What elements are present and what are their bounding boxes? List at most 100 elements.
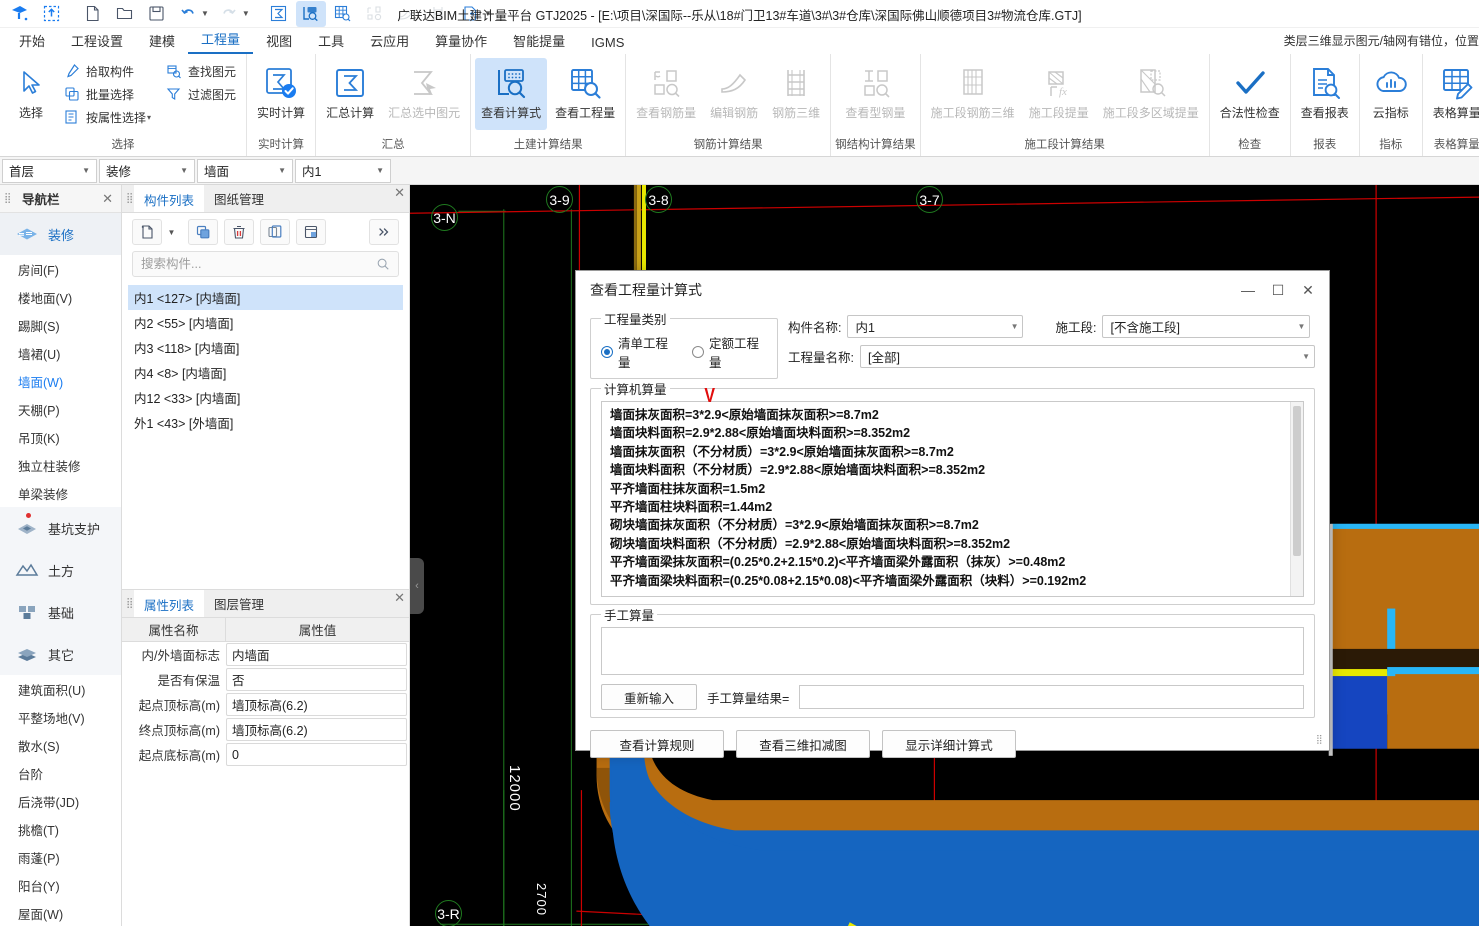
quantity-name-select[interactable]: [全部] ▼ [859,345,1315,368]
sidebar-item-steps[interactable]: 台阶 [0,759,121,787]
property-value[interactable]: 内墙面 [226,643,407,666]
report-add-icon[interactable] [456,1,486,27]
undo-icon[interactable] [173,1,203,27]
view-quantity-icon[interactable] [328,1,358,27]
view-formula-icon[interactable] [295,0,326,27]
drag-grip-icon[interactable]: ⣿ [4,193,16,203]
expand-panel-button[interactable] [369,219,399,245]
manual-formula-input[interactable] [601,627,1304,675]
sidebar-item-canopy[interactable]: 雨蓬(P) [0,843,121,871]
list-item[interactable]: 内3 <118> [内墙面] [128,335,403,360]
close-icon[interactable]: ✕ [390,590,409,617]
sidebar-item-room[interactable]: 房间(F) [0,255,121,283]
legality-check-button[interactable]: 合法性检查 [1214,58,1286,130]
nav-category-pit-support[interactable]: 基坑支护 [0,507,121,549]
menu-project-settings[interactable]: 工程设置 [58,29,136,54]
view-quantity-button[interactable]: 查看工程量 [549,58,621,130]
delete-component-button[interactable] [224,219,254,245]
tab-component-list[interactable]: 构件列表 [134,185,205,212]
more-icon[interactable]: ▼ [484,9,495,18]
view-formula-button[interactable]: 查看计算式 [475,58,548,130]
list-item[interactable]: 内1 <127> [内墙面] [128,285,403,310]
sidebar-item-apron[interactable]: 散水(S) [0,731,121,759]
formula-scrollbar[interactable] [1290,402,1303,596]
layer-component-button[interactable] [296,219,326,245]
table-calc-button[interactable]: 表格算量 [1427,58,1479,130]
save-icon[interactable] [141,1,171,27]
sidebar-item-floor-surface[interactable]: 楼地面(V) [0,283,121,311]
nav-category-other[interactable]: 其它 [0,633,121,675]
reinput-button[interactable]: 重新输入 [601,684,697,710]
sum-selected-button[interactable]: 汇总选中图元 [382,58,466,130]
rebar-3d-button[interactable]: 钢筋三维 [766,58,826,130]
close-icon[interactable]: ✕ [98,191,117,207]
panel-collapse-handle[interactable]: ‹ [410,558,424,614]
open-folder-icon[interactable] [109,1,139,27]
dialog-resize-grip[interactable]: ⣿ [1316,735,1326,747]
sidebar-item-wainscot[interactable]: 墙裙(U) [0,339,121,367]
floor-selector[interactable]: 首层 ▼ [2,158,97,183]
menu-modeling[interactable]: 建模 [136,29,188,54]
view-steel-qty-button[interactable]: 查看型钢量 [839,58,911,130]
list-item[interactable]: 内2 <55> [内墙面] [128,310,403,335]
sidebar-item-roof[interactable]: 屋面(W) [0,899,121,926]
new-component-button[interactable] [132,219,162,245]
nav-category-earthwork[interactable]: 土方 [0,549,121,591]
sidebar-item-site-leveling[interactable]: 平整场地(V) [0,703,121,731]
menu-quantity[interactable]: 工程量 [188,27,254,54]
manual-result-input[interactable] [799,685,1304,709]
sidebar-item-building-area[interactable]: 建筑面积(U) [0,675,121,703]
close-icon[interactable]: ✕ [1293,277,1323,303]
tab-layer-management[interactable]: 图层管理 [204,590,274,617]
sidebar-item-balcony[interactable]: 阳台(Y) [0,871,121,899]
undo-dropdown-icon[interactable]: ▼ [201,9,212,18]
construction-section-select[interactable]: [不含施工段] ▼ [1102,315,1311,338]
rebar-3d-icon[interactable] [424,1,454,27]
sidebar-item-post-cast-strip[interactable]: 后浇带(JD) [0,787,121,815]
list-item[interactable]: 内4 <8> [内墙面] [128,360,403,385]
section-multi-extract-button[interactable]: 施工段多区域提量 [1097,58,1205,130]
duplicate-component-button[interactable] [260,219,290,245]
logo-icon[interactable] [4,1,34,27]
chevron-down-icon[interactable]: ▾ [147,113,154,122]
realtime-calc-button[interactable]: 实时计算 [251,58,311,130]
component-name-selector[interactable]: 内1 ▼ [295,158,391,183]
filter-element-button[interactable]: 过滤图元 [162,83,242,105]
component-type-selector[interactable]: 墙面 ▼ [197,158,293,183]
menu-smart-extract[interactable]: 智能提量 [500,29,578,54]
discipline-selector[interactable]: 装修 ▼ [99,158,195,183]
drag-grip-icon[interactable]: ⣿ [122,185,134,212]
sidebar-item-cornice[interactable]: 挑檐(T) [0,815,121,843]
select-button[interactable]: 选择 [4,58,58,130]
show-detailed-formula-button[interactable]: 显示详细计算式 [882,730,1016,758]
view-3d-deduction-button[interactable]: 查看三维扣减图 [736,730,870,758]
view-calc-rules-button[interactable]: 查看计算规则 [590,730,724,758]
select-target-icon[interactable] [36,1,66,27]
sidebar-item-wall-surface[interactable]: 墙面(W) [0,367,121,395]
sidebar-item-ceiling[interactable]: 天棚(P) [0,395,121,423]
sum-calc-button[interactable]: 汇总计算 [320,58,380,130]
property-value[interactable]: 0 [226,743,407,766]
property-value[interactable]: 墙顶标高(6.2) [226,693,407,716]
sidebar-item-beam-decoration[interactable]: 单梁装修 [0,479,121,507]
edit-rebar-icon[interactable] [392,1,422,27]
menu-quantity-collab[interactable]: 算量协作 [422,29,500,54]
component-name-select[interactable]: 内1 ▼ [847,315,1024,338]
tab-property-list[interactable]: 属性列表 [134,590,205,617]
batch-select-button[interactable]: 批量选择 [60,83,160,105]
menu-igms[interactable]: IGMS [578,33,637,54]
formula-list[interactable]: 墙面抹灰面积=3*2.9<原始墙面抹灰面积>=8.7m2 墙面块料面积=2.9*… [601,401,1304,597]
menu-tools[interactable]: 工具 [305,29,357,54]
pick-component-button[interactable]: 拾取构件 [60,60,160,82]
redo-dropdown-icon[interactable]: ▼ [242,9,253,18]
search-input[interactable] [141,257,376,271]
menu-view[interactable]: 视图 [253,29,305,54]
list-item[interactable]: 内12 <33> [内墙面] [128,385,403,410]
tab-drawing-management[interactable]: 图纸管理 [204,185,274,212]
maximize-icon[interactable]: ☐ [1263,277,1293,303]
close-icon[interactable]: ✕ [390,185,409,212]
minimize-icon[interactable]: ― [1233,277,1263,303]
view-rebar-qty-button[interactable]: 查看钢筋量 [630,58,702,130]
sum-icon[interactable] [264,1,294,27]
select-by-property-button[interactable]: 按属性选择 ▾ [60,106,160,128]
